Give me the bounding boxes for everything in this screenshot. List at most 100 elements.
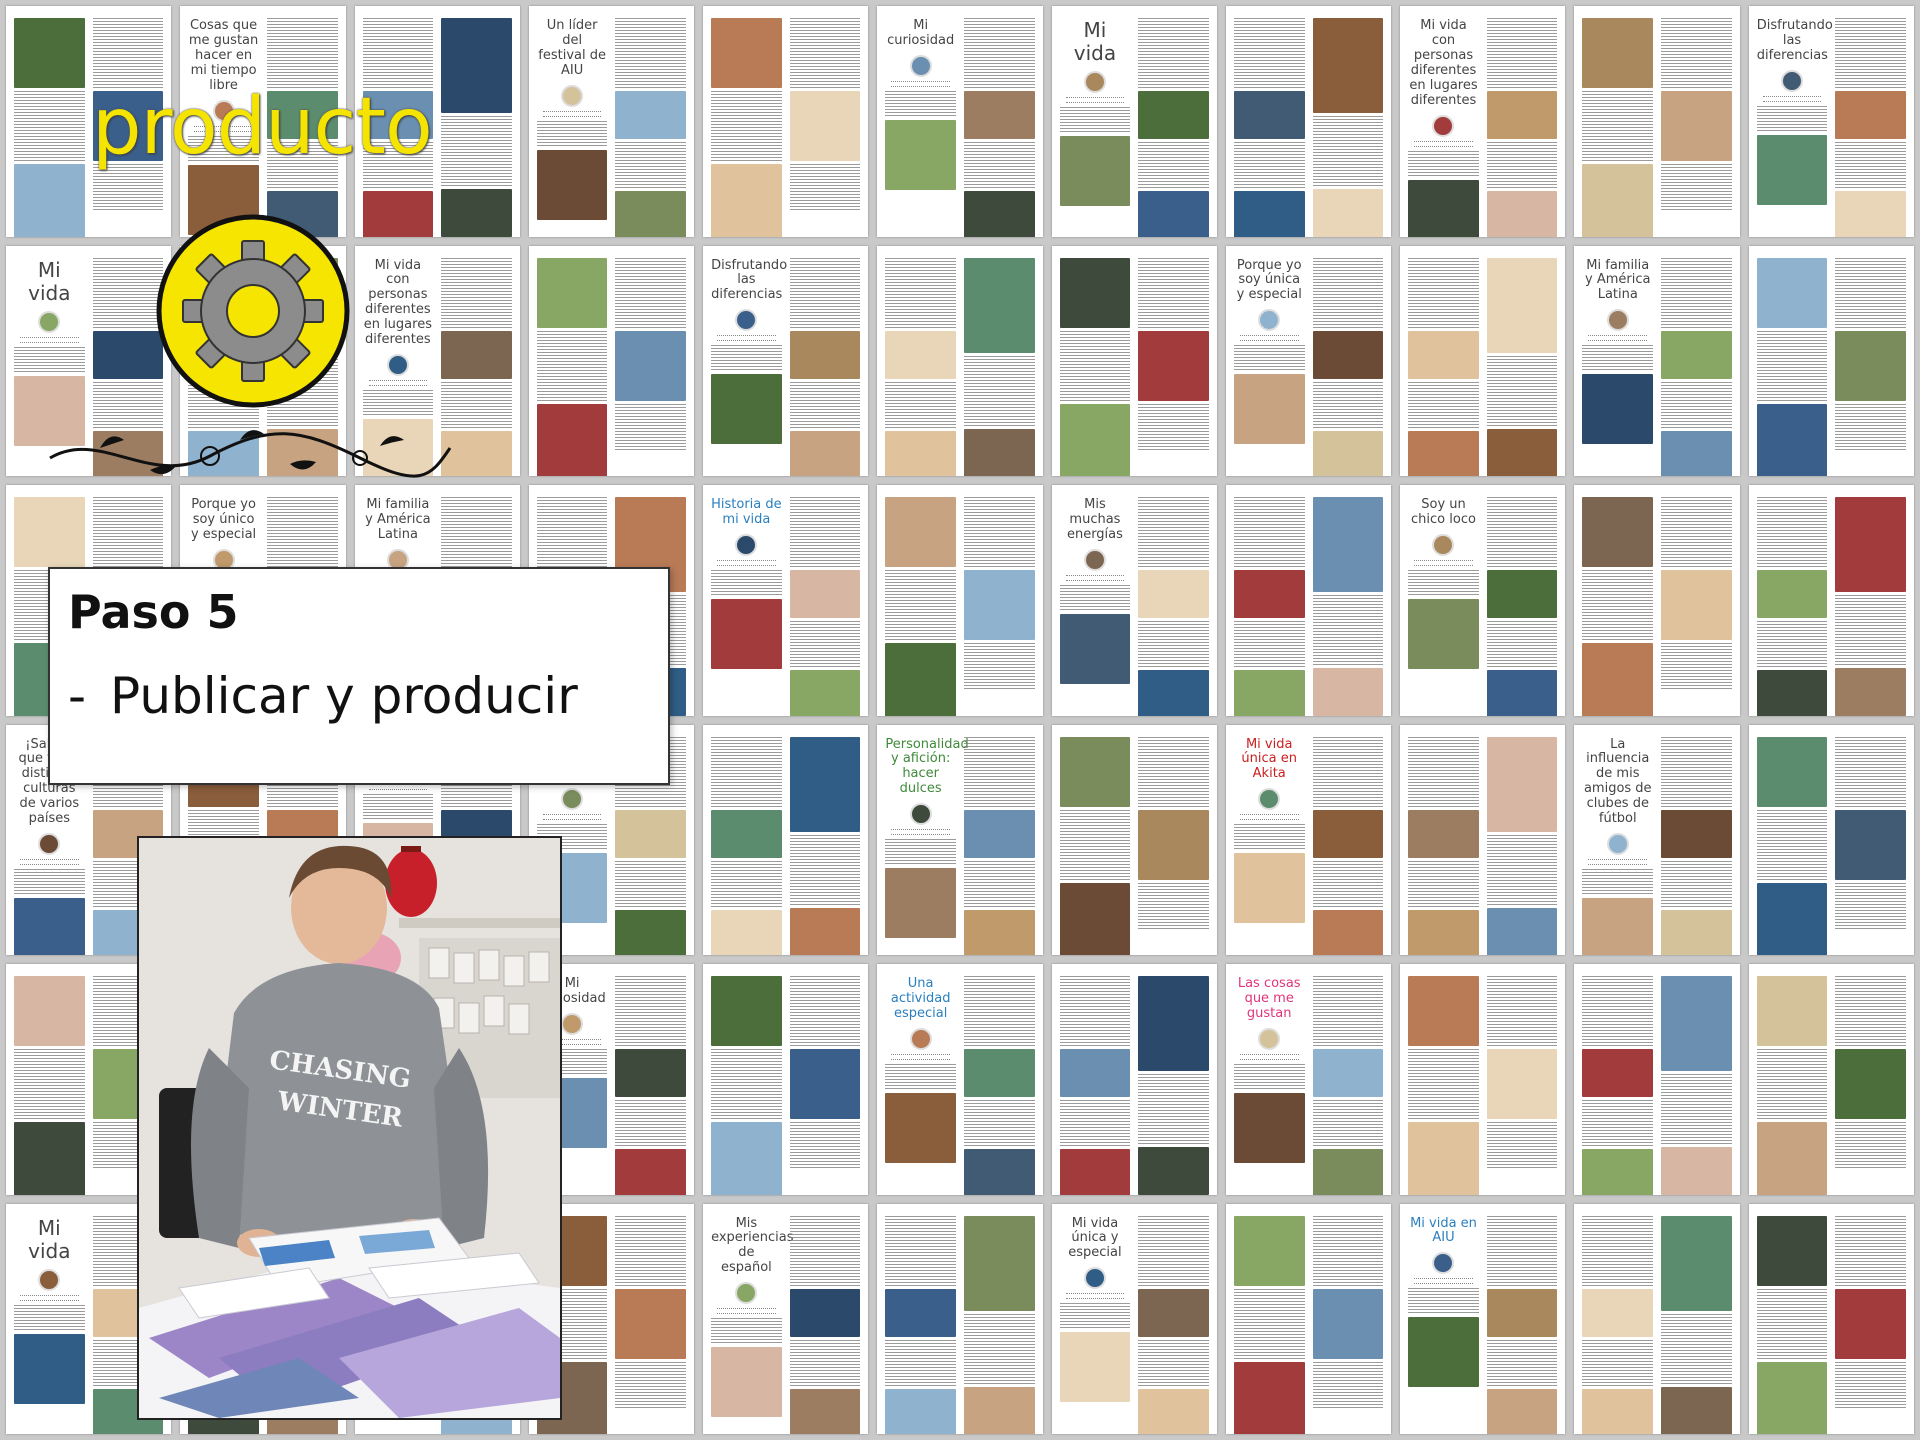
page-text-block <box>964 355 1035 426</box>
page-text-block <box>1756 1049 1828 1119</box>
page-title: Porque yo soy único y especial <box>190 497 257 542</box>
page-title: Una actividad especial <box>890 976 951 1021</box>
page-photo <box>1486 907 1558 955</box>
page-photo <box>1835 1288 1906 1359</box>
page-photo <box>1059 882 1131 955</box>
page-text-block <box>1661 164 1732 210</box>
page-text-block <box>615 1361 687 1408</box>
page-ornament <box>891 80 950 87</box>
author-avatar <box>386 354 409 377</box>
author-avatar <box>561 1012 584 1035</box>
page-text-block <box>1138 882 1209 929</box>
page-photo <box>964 1149 1035 1195</box>
page-thumbnail: Soy un chico loco <box>1400 485 1566 716</box>
page-photo <box>1312 668 1384 716</box>
page-photo <box>1408 1317 1479 1388</box>
page-text-block <box>1486 1339 1558 1386</box>
page-ornament <box>1065 1293 1125 1300</box>
page-thumbnail <box>1400 964 1566 1195</box>
page-text-block <box>615 1100 687 1146</box>
page-text-block <box>1661 736 1732 807</box>
page-photo <box>1233 91 1305 139</box>
page-photo <box>1138 976 1209 1071</box>
page-photo <box>1835 330 1906 401</box>
page-photo <box>1582 374 1654 445</box>
page-photo <box>1233 853 1305 924</box>
page-text-block <box>266 18 338 88</box>
page-text-block <box>885 839 956 866</box>
page-text-block <box>1661 497 1732 567</box>
page-thumbnail: Personalidad y afición: hacer dulces <box>877 724 1043 955</box>
page-photo <box>1233 570 1305 618</box>
page-text-block <box>1486 18 1558 88</box>
page-photo <box>885 1288 956 1337</box>
page-photo <box>1835 668 1906 716</box>
page-photo <box>711 164 782 237</box>
page-text-block <box>1408 569 1479 596</box>
page-title: Mis experiencias de español <box>711 1215 794 1276</box>
page-title: Mi vida con personas diferentes en lugar… <box>363 257 432 348</box>
page-photo <box>1408 598 1479 669</box>
page-thumbnail <box>877 245 1043 476</box>
page-photo <box>1312 189 1384 237</box>
page-text-block <box>711 345 782 372</box>
page-photo <box>1661 909 1732 955</box>
page-photo <box>1582 1149 1654 1195</box>
page-photo <box>536 257 608 328</box>
page-title: Un líder del festival de AIU <box>538 18 606 78</box>
page-text-block <box>1408 1049 1479 1119</box>
page-photo <box>1756 134 1828 205</box>
page-title: Mi vida única y especial <box>1068 1215 1122 1261</box>
page-photo <box>1582 643 1654 716</box>
page-photo <box>1312 909 1384 955</box>
page-photo <box>536 149 608 220</box>
page-text-block <box>1138 142 1209 188</box>
page-text-block <box>1486 142 1558 188</box>
page-photo <box>711 18 782 88</box>
page-text-block <box>1661 860 1732 907</box>
page-text-block <box>711 1318 782 1345</box>
page-text-block <box>1582 976 1654 1046</box>
page-photo <box>615 91 687 139</box>
page-text-block <box>1233 497 1305 567</box>
author-avatar <box>1432 114 1455 137</box>
page-title: Mi vida <box>28 257 71 305</box>
page-photo <box>1408 430 1479 476</box>
page-photo <box>1312 809 1384 858</box>
page-text-block <box>1312 736 1384 807</box>
page-photo <box>1312 1149 1384 1195</box>
page-title: Las cosas que me gustan <box>1237 976 1301 1021</box>
page-text-block <box>615 860 687 907</box>
page-text-block <box>885 570 956 640</box>
page-photo <box>1835 191 1906 237</box>
page-photo <box>885 497 956 567</box>
page-photo <box>711 809 782 858</box>
page-photo <box>1582 1049 1654 1097</box>
page-photo <box>885 430 956 476</box>
page-text-block <box>1756 809 1828 880</box>
page-photo <box>1059 613 1131 684</box>
page-thumbnail <box>1400 724 1566 955</box>
page-photo <box>14 497 85 567</box>
page-photo <box>885 868 956 939</box>
page-photo <box>789 330 861 379</box>
page-text-block <box>92 18 164 88</box>
page-ornament <box>20 336 79 343</box>
step-text-box: Paso 5 - Publicar y producir <box>48 567 670 785</box>
page-photo <box>885 119 956 190</box>
page-photo <box>1661 430 1732 476</box>
page-photo <box>1138 670 1209 716</box>
page-photo <box>964 428 1035 476</box>
page-text-block <box>1138 497 1209 567</box>
page-photo <box>789 1288 861 1337</box>
page-thumbnail: Una actividad especial <box>877 964 1043 1195</box>
page-text-block <box>885 381 956 428</box>
page-text-block <box>14 346 85 373</box>
page-photo <box>1486 257 1558 353</box>
page-photo <box>789 736 861 832</box>
page-photo <box>789 1388 861 1434</box>
author-avatar <box>561 84 584 107</box>
page-photo <box>1661 570 1732 640</box>
page-thumbnail: Un líder del festival de AIU <box>528 6 695 237</box>
author-avatar <box>561 788 584 811</box>
